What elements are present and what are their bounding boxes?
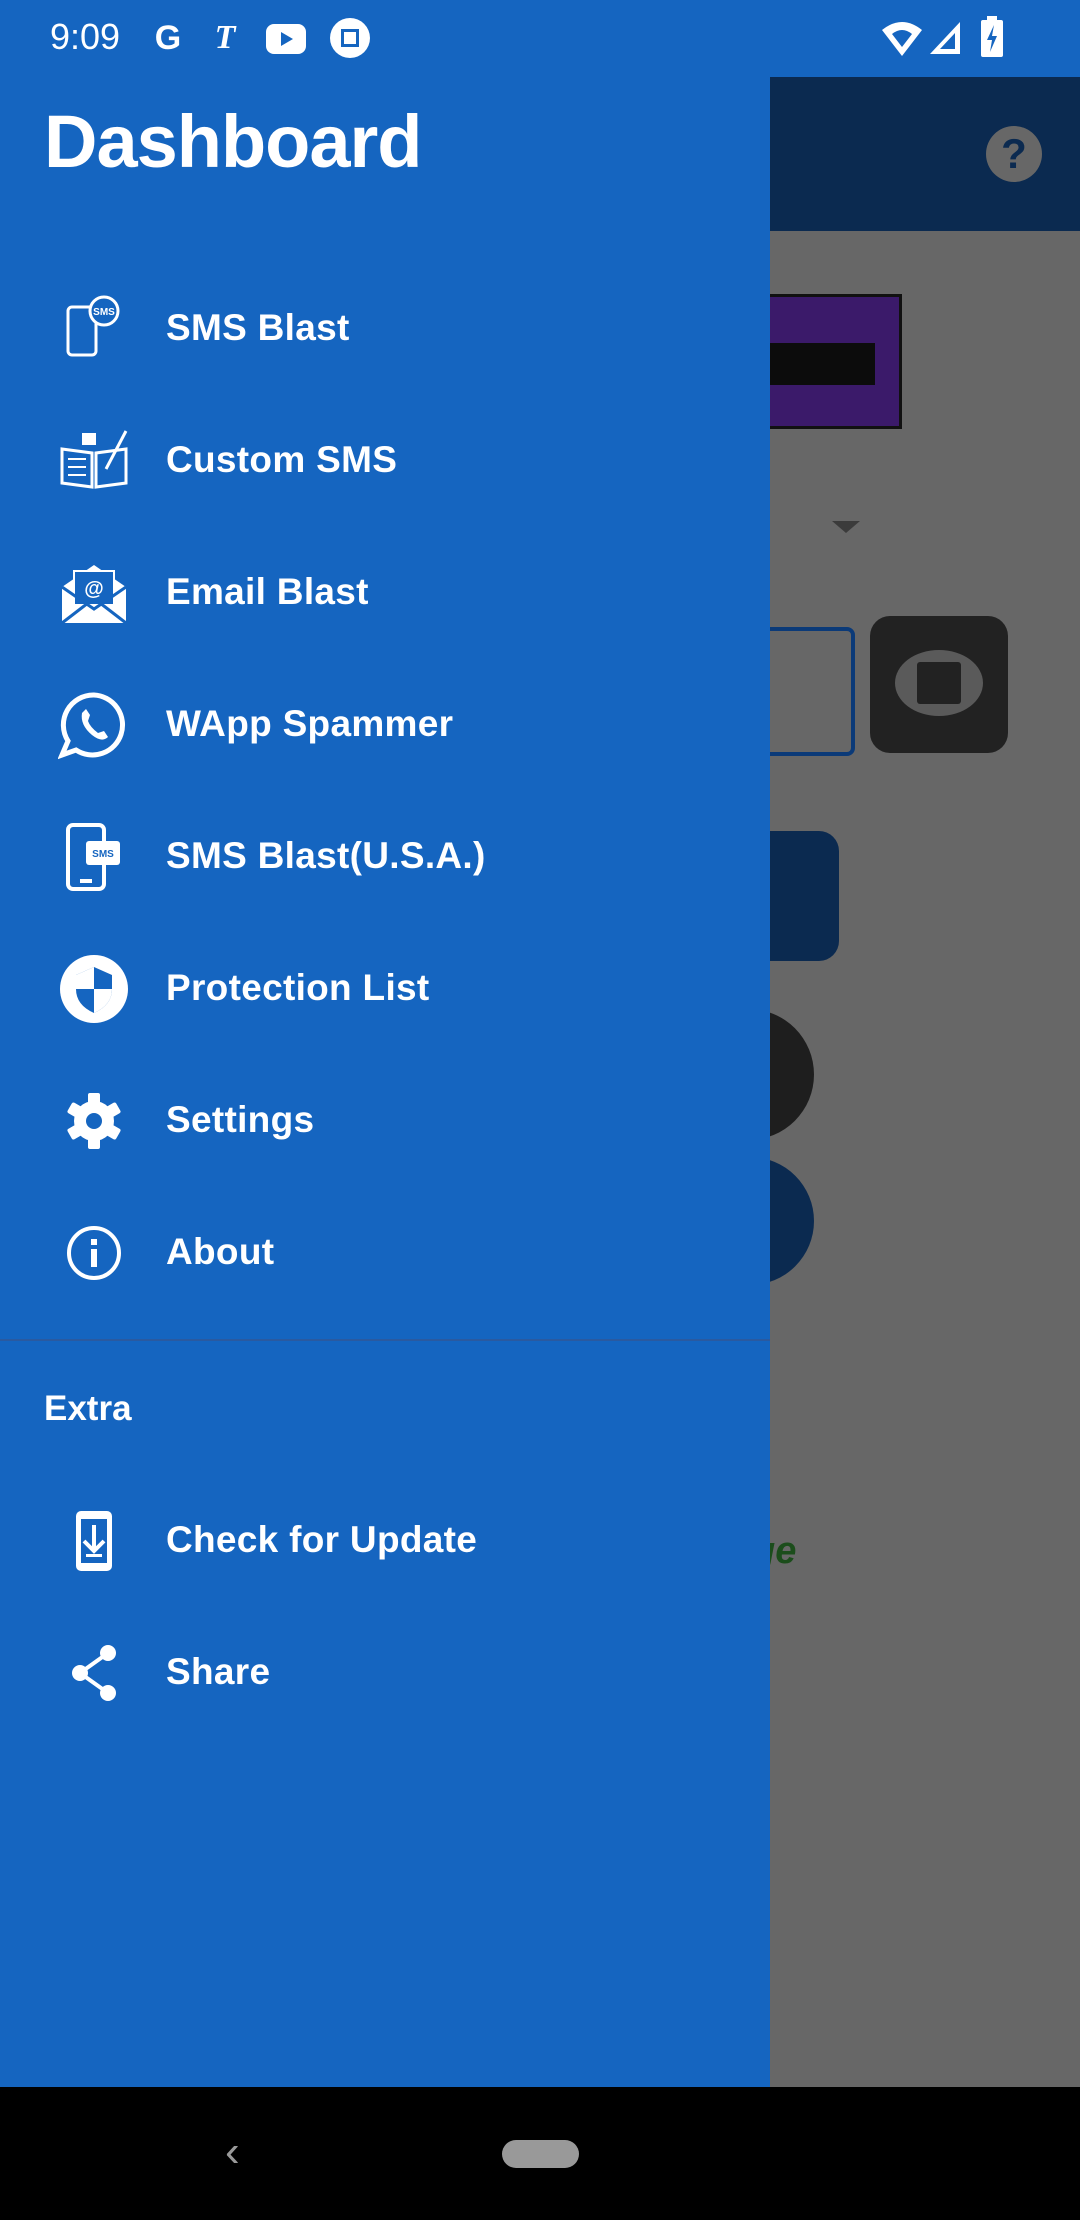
app-bar: ? [770,77,1080,231]
google-icon: G [154,19,182,57]
info-icon [67,1226,121,1280]
drawer-item-email-blast[interactable]: @ Email Blast [0,537,770,647]
drawer-item-label: SMS Blast [166,307,350,348]
screenshot-icon [330,18,370,58]
back-button[interactable]: ‹ [225,2127,240,2177]
email-envelope-icon: @ [61,565,127,625]
drawer-item-label: SMS Blast(U.S.A.) [166,835,486,876]
drawer-item-check-for-update[interactable]: Check for Update [0,1485,770,1595]
divider [0,1339,770,1341]
contact-book-icon [895,650,983,716]
drawer-item-sms-blast-usa[interactable]: SMS SMS Blast(U.S.A.) [0,801,770,911]
whatsapp-icon [58,692,125,760]
drawer-item-label: WApp Spammer [166,703,454,744]
navigation-drawer: Dashboard SMS SMS Blast Custom SMS @ Ema… [0,77,770,2087]
drawer-item-label: About [166,1231,275,1272]
custom-sms-book-icon [60,430,128,489]
wifi-icon [882,22,922,56]
drawer-item-wapp-spammer[interactable]: WApp Spammer [0,669,770,779]
shield-icon [60,955,128,1023]
home-button[interactable] [502,2140,579,2168]
youtube-icon [266,24,306,54]
status-bar: 9:09 G T [0,0,1080,77]
download-phone-icon [76,1511,112,1571]
drawer-item-about[interactable]: About [0,1197,770,1307]
svg-text:SMS: SMS [92,849,114,860]
contacts-button[interactable] [870,616,1008,753]
drawer-item-label: Email Blast [166,571,369,612]
drawer-item-label: Share [166,1651,271,1692]
drawer-item-label: Custom SMS [166,439,398,480]
drawer-item-settings[interactable]: Settings [0,1065,770,1175]
section-header-extra: Extra [44,1389,132,1428]
share-icon [72,1645,116,1701]
battery-charging-icon [981,16,1003,57]
drawer-item-label: Settings [166,1099,315,1140]
drawer-title: Dashboard [44,100,423,183]
drawer-item-custom-sms[interactable]: Custom SMS [0,405,770,515]
gear-icon [67,1093,121,1149]
drawer-item-sms-blast[interactable]: SMS SMS Blast [0,273,770,383]
svg-text:@: @ [84,578,104,600]
help-button[interactable]: ? [986,126,1042,182]
svg-text:SMS: SMS [93,307,115,318]
notification-t-icon: T [214,19,236,56]
drawer-item-label: Protection List [166,967,430,1008]
drawer-item-protection-list[interactable]: Protection List [0,933,770,1043]
clock: 9:09 [50,16,121,57]
sms-phone-icon: SMS [66,295,120,357]
drawer-item-label: Check for Update [166,1519,478,1560]
dropdown-arrow-icon[interactable] [832,521,860,533]
sms-mobile-icon: SMS [66,823,120,891]
signal-icon [930,22,960,54]
drawer-item-share[interactable]: Share [0,1617,770,1727]
